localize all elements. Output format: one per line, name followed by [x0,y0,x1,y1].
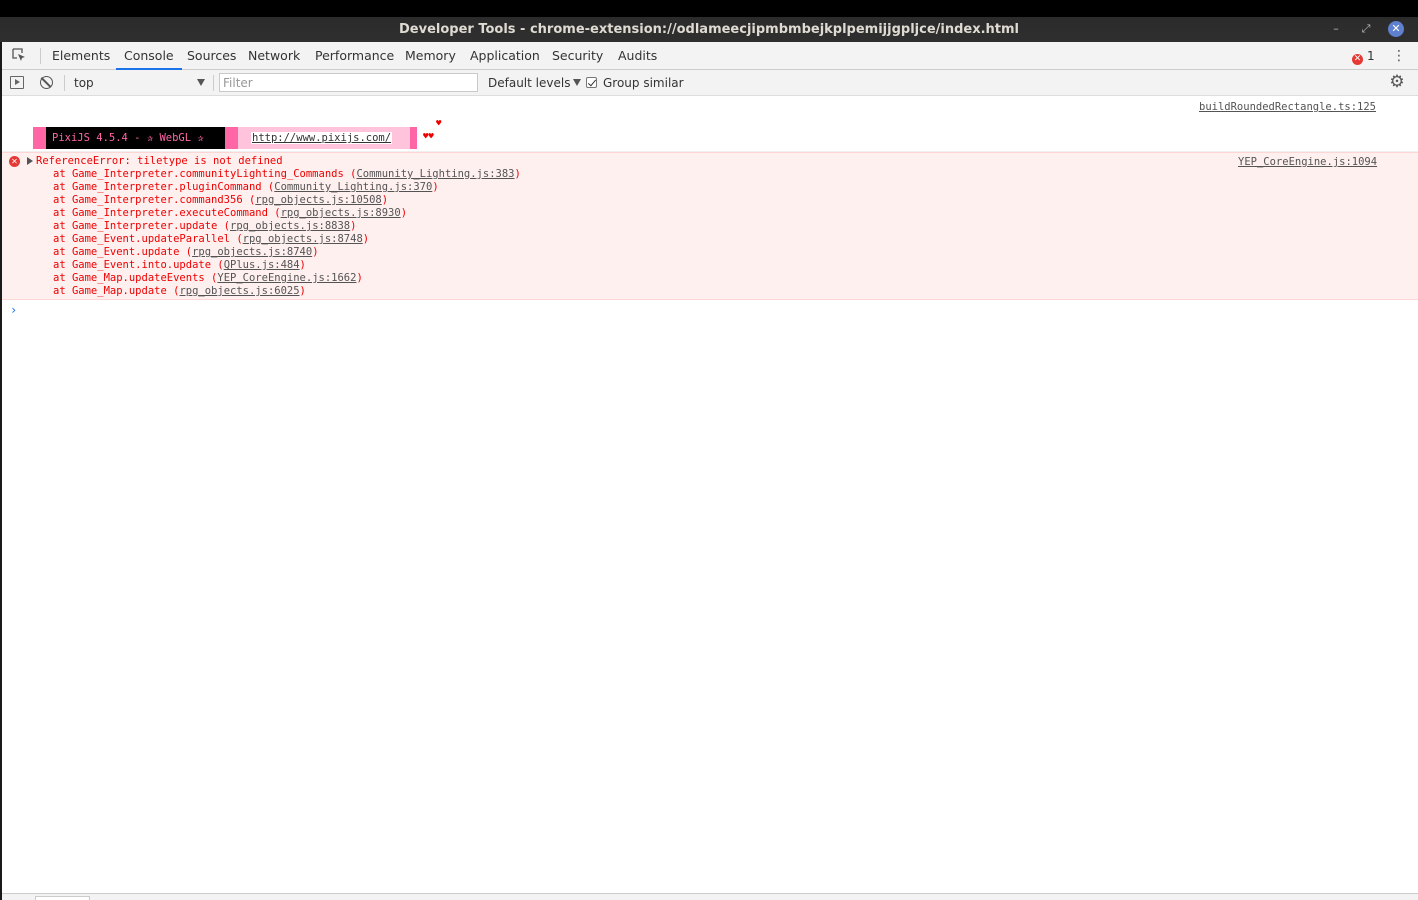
console-prompt-icon[interactable]: › [10,303,17,317]
stack-frame-link[interactable]: rpg_objects.js:8748 [243,233,363,245]
toolbar-separator [213,75,214,91]
stack-frame: at Game_Event.update (rpg_objects.js:874… [53,246,319,258]
stack-frame: at Game_Map.updateEvents (YEP_CoreEngine… [53,272,363,284]
dropdown-arrow-icon [197,79,205,86]
tab-sources[interactable]: Sources [179,42,244,70]
more-options-icon[interactable]: ⋮ [1392,48,1406,64]
stack-frame: at Game_Map.update (rpg_objects.js:6025) [53,285,306,297]
tab-memory[interactable]: Memory [397,42,464,70]
window-titlebar: Developer Tools - chrome-extension://odl… [0,0,1418,42]
error-message[interactable]: ReferenceError: tiletype is not defined [36,155,283,167]
minimize-icon[interactable]: – [1328,21,1344,37]
heart-icon: ♥♥ [423,132,434,142]
console-message-error: ✕ ReferenceError: tiletype is not define… [2,152,1418,300]
pixi-banner-stripe [410,127,417,149]
heart-icon: ♥ [436,119,442,129]
error-icon: ✕ [1352,54,1363,65]
console-message-pixi: buildRoundedRectangle.ts:125 PixiJS 4.5.… [2,96,1418,152]
tab-elements[interactable]: Elements [44,42,118,70]
stack-frame-link[interactable]: Community_Lighting.js:383 [356,168,514,180]
stack-frame-link[interactable]: Community_Lighting.js:370 [274,181,432,193]
tab-console[interactable]: Console [116,42,182,70]
log-levels-dropdown[interactable]: Default levels [488,74,582,92]
stack-frame: at Game_Interpreter.pluginCommand (Commu… [53,181,439,193]
stack-frame-link[interactable]: rpg_objects.js:8838 [230,220,350,232]
window-title: Developer Tools - chrome-extension://odl… [398,22,1020,37]
stack-frame: at Game_Interpreter.executeCommand (rpg_… [53,207,408,219]
stack-frame-link[interactable]: rpg_objects.js:8740 [192,246,312,258]
source-link[interactable]: YEP_CoreEngine.js:1094 [1238,156,1377,168]
tab-security[interactable]: Security [544,42,611,70]
maximize-icon[interactable]: ⤢ [1358,21,1374,37]
stack-frame: at Game_Event.updateParallel (rpg_object… [53,233,370,245]
clear-console-icon[interactable] [40,76,53,89]
show-sidebar-icon[interactable] [10,76,24,89]
stack-frame: at Game_Interpreter.communityLighting_Co… [53,168,521,180]
stack-frame: at Game_Event.into.update (QPlus.js:484) [53,259,306,271]
group-similar-label: Group similar [603,76,684,90]
context-value: top [74,76,94,90]
devtools-tabbar: Elements Console Sources Network Perform… [2,42,1418,70]
error-icon: ✕ [9,156,20,167]
expand-triangle-icon[interactable] [27,157,33,165]
pixi-url-container: http://www.pixijs.com/ [238,127,410,149]
stack-frame-link[interactable]: QPlus.js:484 [224,259,300,271]
log-levels-label: Default levels [488,76,571,90]
toolbar-separator [64,75,65,91]
dropdown-arrow-icon [573,79,582,86]
stack-frame: at Game_Interpreter.update (rpg_objects.… [53,220,357,232]
filter-input[interactable] [219,73,478,92]
pixi-banner-text: PixiJS 4.5.4 - ✰ WebGL ✰ [46,127,225,149]
stack-frame: at Game_Interpreter.command356 (rpg_obje… [53,194,389,206]
stack-frame-link[interactable]: rpg_objects.js:10508 [255,194,381,206]
pixi-url-link[interactable]: http://www.pixijs.com/ [251,132,393,144]
tab-performance[interactable]: Performance [307,42,402,70]
checkbox-checked-icon[interactable] [586,77,597,88]
tab-application[interactable]: Application [462,42,548,70]
stack-frame-link[interactable]: YEP_CoreEngine.js:1662 [217,272,356,284]
source-link[interactable]: buildRoundedRectangle.ts:125 [1199,101,1376,113]
context-selector[interactable]: top [72,74,207,92]
stack-frame-link[interactable]: rpg_objects.js:6025 [179,285,299,297]
error-count: 1 [1367,49,1375,63]
error-count-badge[interactable]: ✕ 1 [1352,49,1375,65]
drawer-bar [2,893,1418,900]
inspect-element-icon[interactable] [12,48,26,62]
error-stack-trace: at Game_Interpreter.communityLighting_Co… [53,168,521,298]
group-similar-checkbox[interactable]: Group similar [586,74,684,92]
stack-frame-link[interactable]: rpg_objects.js:8930 [281,207,401,219]
gear-icon[interactable]: ⚙ [1388,73,1406,91]
tab-audits[interactable]: Audits [610,42,665,70]
console-toolbar: top Default levels Group similar ⚙ [2,70,1418,96]
drawer-tab[interactable] [35,896,90,900]
tab-network[interactable]: Network [240,42,308,70]
tab-separator [40,48,41,64]
pixi-banner-stripe [225,127,238,149]
console-output: buildRoundedRectangle.ts:125 PixiJS 4.5.… [2,96,1418,893]
pixi-banner-stripe [33,127,46,149]
close-icon[interactable]: ✕ [1388,21,1404,37]
